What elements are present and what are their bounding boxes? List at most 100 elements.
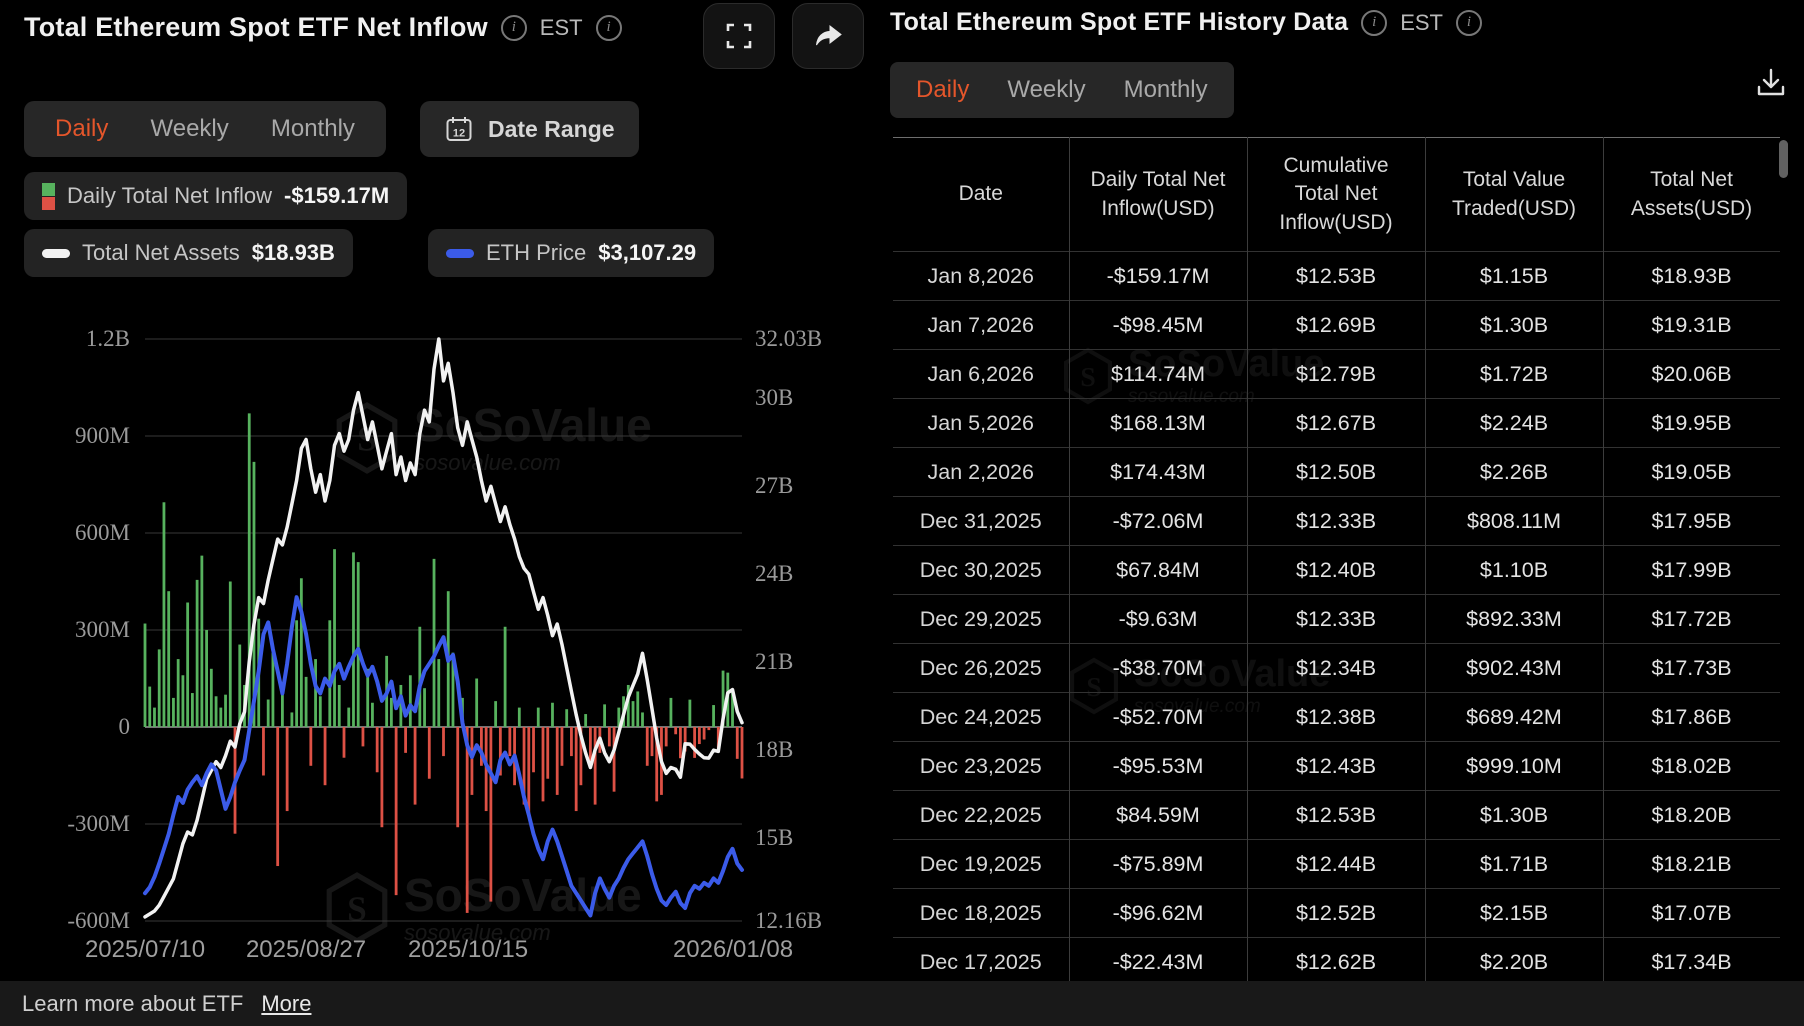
table-cell: Dec 18,2025 <box>893 888 1070 938</box>
info-icon[interactable]: i <box>500 14 527 41</box>
table-cell: $18.02B <box>1603 741 1780 791</box>
table-cell: $689.42M <box>1425 692 1604 742</box>
timezone-label: EST <box>1400 9 1443 35</box>
table-cell: $902.43M <box>1425 643 1604 693</box>
legend-daily-net-inflow[interactable]: Daily Total Net Inflow -$159.17M <box>24 172 408 220</box>
fullscreen-icon <box>726 23 752 49</box>
table-cell: $12.44B <box>1247 839 1426 889</box>
table-cell: $2.15B <box>1425 888 1604 938</box>
tab-monthly[interactable]: Monthly <box>271 115 355 143</box>
table-cell: $12.33B <box>1247 594 1426 644</box>
table-cell: $18.20B <box>1603 790 1780 840</box>
table-cell: $17.72B <box>1603 594 1780 644</box>
tab-daily[interactable]: Daily <box>916 76 969 104</box>
table-cell: $1.10B <box>1425 545 1604 595</box>
table-header-cell: Total Net Assets(USD) <box>1603 137 1780 252</box>
y-axis-tick-left: 0 <box>118 714 131 739</box>
table-cell: $67.84M <box>1069 545 1248 595</box>
download-icon <box>1757 68 1785 96</box>
table-cell: Jan 7,2026 <box>893 300 1070 350</box>
table-cell: -$95.53M <box>1069 741 1248 791</box>
y-axis-tick-left: 900M <box>75 423 130 448</box>
table-cell: $19.05B <box>1603 447 1780 497</box>
table-cell: $168.13M <box>1069 398 1248 448</box>
y-axis-tick-left: 1.2B <box>85 326 130 351</box>
table-row: Dec 18,2025 -$96.62M $12.52B $2.15B $17.07B <box>893 888 1780 938</box>
table-cell: $1.15B <box>1425 251 1604 301</box>
table-cell: Jan 6,2026 <box>893 349 1070 399</box>
table-header-cell: Total Value Traded(USD) <box>1425 137 1604 252</box>
table-body: Jan 8,2026 -$159.17M $12.53B $1.15B $18.93B J… <box>893 251 1780 981</box>
table-cell: $17.07B <box>1603 888 1780 938</box>
download-button[interactable] <box>1746 58 1796 108</box>
table-cell: $19.31B <box>1603 300 1780 350</box>
table-row: Dec 31,2025 -$72.06M $12.33B $808.11M $17.95… <box>893 496 1780 546</box>
table-row: Dec 26,2025 -$38.70M $12.34B $902.43M $17.73… <box>893 643 1780 693</box>
table-cell: $17.73B <box>1603 643 1780 693</box>
table-cell: -$159.17M <box>1069 251 1248 301</box>
info-icon[interactable]: i <box>1455 9 1482 36</box>
share-button[interactable] <box>792 3 864 69</box>
inflow-legend-icon <box>42 182 55 210</box>
table-cell: $12.38B <box>1247 692 1426 742</box>
tab-weekly[interactable]: Weekly <box>151 115 229 143</box>
legend-label: Total Net Assets <box>82 240 240 265</box>
x-axis-tick: 2025/07/10 <box>84 936 206 963</box>
footer-more-link[interactable]: More <box>261 991 311 1017</box>
legend-total-net-assets[interactable]: Total Net Assets $18.93B <box>24 229 353 277</box>
table-cell: $114.74M <box>1069 349 1248 399</box>
info-icon[interactable]: i <box>1361 9 1388 36</box>
y-axis-tick-right: 15B <box>755 824 794 850</box>
table-cell: $18.21B <box>1603 839 1780 889</box>
table-row: Jan 2,2026 $174.43M $12.50B $2.26B $19.05B <box>893 447 1780 497</box>
y-axis-tick-left: 600M <box>75 520 130 545</box>
table-cell: $12.40B <box>1247 545 1426 595</box>
table-cell: Dec 17,2025 <box>893 937 1070 981</box>
table-row: Dec 22,2025 $84.59M $12.53B $1.30B $18.20B <box>893 790 1780 840</box>
table-header-row: Date Daily Total Net Inflow(USD) Cumulativ… <box>893 137 1780 252</box>
y-axis-tick-right: 32.03B <box>755 326 823 351</box>
y-axis-tick-left: -300M <box>67 811 130 836</box>
fullscreen-button[interactable] <box>703 3 775 69</box>
table-cell: $12.43B <box>1247 741 1426 791</box>
tab-weekly[interactable]: Weekly <box>1007 76 1085 104</box>
table-cell: $12.69B <box>1247 300 1426 350</box>
history-table: Date Daily Total Net Inflow(USD) Cumulativ… <box>893 137 1780 981</box>
date-range-button[interactable]: 12 Date Range <box>420 101 639 157</box>
legend-eth-price[interactable]: ETH Price $3,107.29 <box>428 229 715 277</box>
table-cell: -$52.70M <box>1069 692 1248 742</box>
table-cell: $1.72B <box>1425 349 1604 399</box>
table-cell: $12.53B <box>1247 790 1426 840</box>
table-cell: $892.33M <box>1425 594 1604 644</box>
watermark-domain: sosovalue.com <box>414 450 561 475</box>
legend-value: -$159.17M <box>284 183 390 208</box>
table-cell: $1.71B <box>1425 839 1604 889</box>
history-period-tabs: Daily Weekly Monthly <box>890 62 1234 118</box>
table-cell: -$22.43M <box>1069 937 1248 981</box>
tab-monthly[interactable]: Monthly <box>1124 76 1208 104</box>
tab-daily[interactable]: Daily <box>55 115 108 143</box>
date-range-label: Date Range <box>488 115 615 142</box>
table-cell: -$72.06M <box>1069 496 1248 546</box>
y-axis-tick-left: 300M <box>75 617 130 642</box>
table-cell: $12.33B <box>1247 496 1426 546</box>
table-cell: Dec 26,2025 <box>893 643 1070 693</box>
table-scrollbar[interactable] <box>1779 140 1788 178</box>
y-axis-tick-right: 12.16B <box>755 907 823 933</box>
legend-value: $18.93B <box>251 240 335 265</box>
table-cell: $999.10M <box>1425 741 1604 791</box>
svg-text:12: 12 <box>453 128 465 140</box>
footer-bar: Learn more about ETF More <box>0 981 1804 1026</box>
footer-text: Learn more about ETF <box>22 990 244 1016</box>
svg-text:S: S <box>357 419 376 458</box>
table-cell: $808.11M <box>1425 496 1604 546</box>
legend-value: $3,107.29 <box>598 240 697 265</box>
table-cell: $12.52B <box>1247 888 1426 938</box>
table-cell: -$75.89M <box>1069 839 1248 889</box>
table-cell: Dec 29,2025 <box>893 594 1070 644</box>
info-icon[interactable]: i <box>595 14 622 41</box>
sosovalue-logo-icon: S <box>336 402 398 474</box>
table-row: Dec 29,2025 -$9.63M $12.33B $892.33M $17.72B <box>893 594 1780 644</box>
table-row: Dec 17,2025 -$22.43M $12.62B $2.20B $17.34B <box>893 937 1780 981</box>
table-cell: $18.93B <box>1603 251 1780 301</box>
